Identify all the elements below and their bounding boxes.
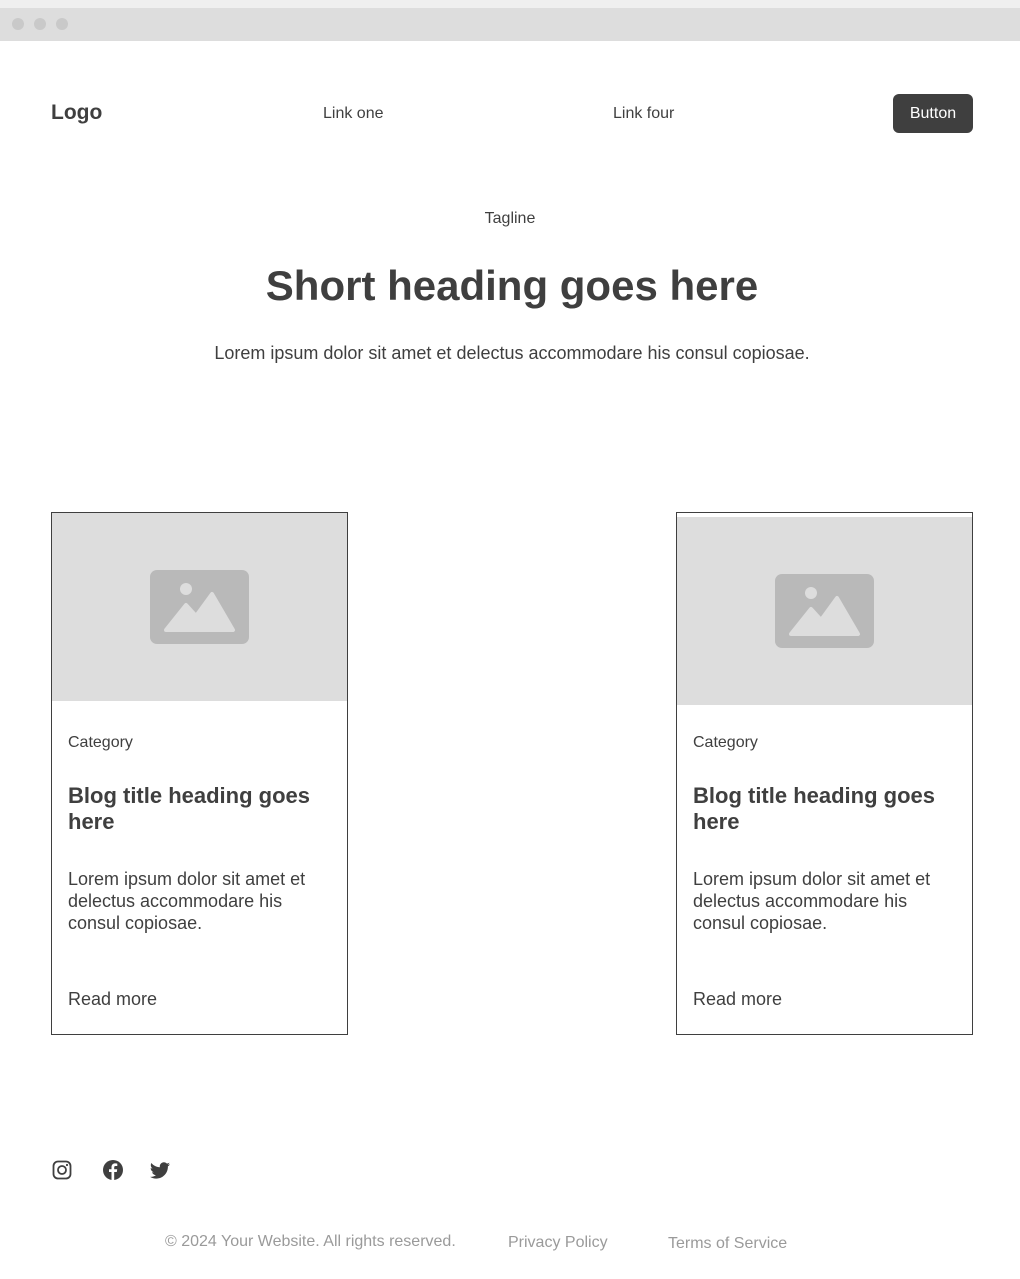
twitter-icon[interactable] [149, 1159, 171, 1181]
read-more-link[interactable]: Read more [68, 988, 157, 1010]
window-maximize-dot[interactable] [56, 18, 68, 30]
card-category: Category [68, 734, 133, 751]
card-category: Category [693, 734, 758, 751]
facebook-icon[interactable] [102, 1159, 124, 1181]
logo[interactable]: Logo [51, 100, 102, 126]
instagram-icon[interactable] [51, 1159, 73, 1181]
card-title[interactable]: Blog title heading goes here [693, 783, 958, 835]
image-placeholder-icon [150, 570, 249, 644]
privacy-policy-link[interactable]: Privacy Policy [508, 1233, 608, 1253]
header-button[interactable]: Button [893, 94, 973, 133]
nav-link-one[interactable]: Link one [323, 104, 384, 124]
card-excerpt: Lorem ipsum dolor sit amet et delectus a… [68, 869, 306, 933]
browser-title-bar [0, 0, 1020, 41]
card-title[interactable]: Blog title heading goes here [68, 783, 333, 835]
blog-card[interactable]: Category Blog title heading goes here Lo… [51, 512, 348, 1035]
page-title: Short heading goes here [265, 262, 759, 309]
nav-link-four[interactable]: Link four [613, 104, 674, 124]
card-image-placeholder [677, 517, 972, 705]
tagline: Tagline [484, 210, 536, 227]
blog-card[interactable]: Category Blog title heading goes here Lo… [676, 512, 973, 1035]
window-close-dot[interactable] [12, 18, 24, 30]
terms-of-service-link[interactable]: Terms of Service [668, 1234, 787, 1254]
card-excerpt: Lorem ipsum dolor sit amet et delectus a… [693, 869, 931, 933]
hero-description: Lorem ipsum dolor sit amet et delectus a… [214, 343, 810, 363]
image-placeholder-icon [775, 574, 874, 648]
copyright-text: © 2024 Your Website. All rights reserved… [165, 1233, 456, 1250]
window-minimize-dot[interactable] [34, 18, 46, 30]
card-image-placeholder [52, 513, 347, 701]
read-more-link[interactable]: Read more [693, 988, 782, 1010]
